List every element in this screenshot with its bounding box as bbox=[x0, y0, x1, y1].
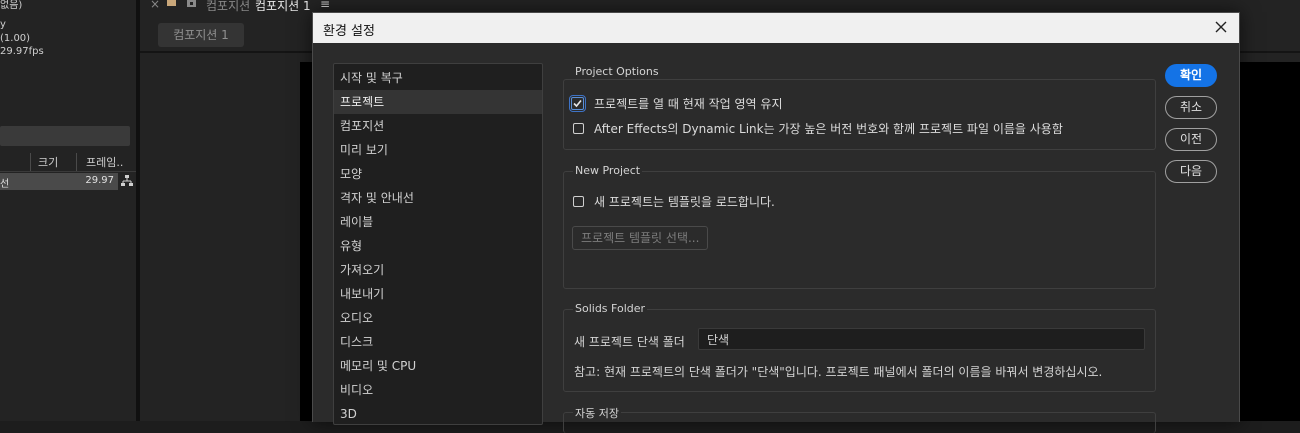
column-frame[interactable]: 프레임.. bbox=[86, 154, 123, 170]
project-info-line: y bbox=[0, 19, 6, 30]
solids-folder-title: Solids Folder bbox=[573, 302, 648, 315]
project-info-line: 없음) bbox=[0, 0, 23, 11]
panel-menu-icon[interactable]: ≡ bbox=[320, 0, 330, 11]
autosave-group bbox=[563, 412, 1156, 433]
checkbox-unchecked[interactable] bbox=[573, 195, 584, 207]
load-template-label: 새 프로젝트는 템플릿을 로드합니다. bbox=[594, 194, 775, 209]
category-video[interactable]: 비디오 bbox=[334, 378, 542, 402]
project-options-group bbox=[563, 79, 1156, 150]
preferences-dialog: 환경 설정 시작 및 복구 프로젝트 컴포지션 미리 보기 모양 격자 및 안내… bbox=[312, 12, 1240, 433]
category-import[interactable]: 가져오기 bbox=[334, 258, 542, 282]
composition-tab-label[interactable]: 컴포지션 bbox=[206, 0, 250, 14]
load-template-option[interactable]: 새 프로젝트는 템플릿을 로드합니다. bbox=[573, 192, 775, 210]
autosave-title: 자동 저장 bbox=[573, 405, 621, 421]
solids-folder-input[interactable]: 단색 bbox=[698, 328, 1145, 350]
next-button[interactable]: 다음 bbox=[1165, 160, 1217, 183]
project-options-title: Project Options bbox=[573, 65, 661, 78]
category-preview[interactable]: 미리 보기 bbox=[334, 138, 542, 162]
ok-button[interactable]: 확인 bbox=[1165, 64, 1217, 87]
flowchart-icon[interactable] bbox=[120, 174, 134, 188]
solids-folder-label: 새 프로젝트 단색 폴더 bbox=[574, 335, 685, 349]
checkmark-icon bbox=[573, 99, 582, 107]
category-audio[interactable]: 오디오 bbox=[334, 306, 542, 330]
column-size[interactable]: 크기 bbox=[38, 154, 58, 170]
solids-folder-note: 참고: 현재 프로젝트의 단색 폴더가 "단색"입니다. 프로젝트 패널에서 폴… bbox=[574, 365, 1103, 379]
close-tab-icon[interactable]: × bbox=[150, 0, 160, 11]
checkbox-unchecked[interactable] bbox=[573, 122, 584, 134]
category-labels[interactable]: 레이블 bbox=[334, 210, 542, 234]
category-startup[interactable]: 시작 및 복구 bbox=[334, 66, 542, 90]
composition-tab-active[interactable]: 컴포지션 1 bbox=[255, 0, 311, 14]
column-divider bbox=[0, 153, 31, 171]
project-info-line: (1.00) bbox=[0, 33, 31, 44]
checkbox-checked[interactable] bbox=[569, 94, 586, 112]
category-export[interactable]: 내보내기 bbox=[334, 282, 542, 306]
dialog-titlebar: 환경 설정 bbox=[313, 13, 1239, 43]
project-panel: 없음) y (1.00) 29.97fps 크기 프레임.. 선 29.97 bbox=[0, 0, 136, 421]
project-search-input[interactable] bbox=[0, 126, 130, 146]
composition-color-icon bbox=[167, 0, 176, 6]
composition-subtab[interactable]: 컴포지션 1 bbox=[158, 23, 244, 47]
project-row-fps: 29.97 bbox=[85, 175, 114, 186]
project-column-header: 크기 프레임.. bbox=[0, 153, 136, 172]
keep-workspace-label: 프로젝트를 열 때 현재 작업 영역 유지 bbox=[594, 96, 783, 111]
dynamic-link-label: After Effects의 Dynamic Link는 가장 높은 버전 번호… bbox=[594, 121, 1063, 136]
keep-workspace-option[interactable]: 프로젝트를 열 때 현재 작업 영역 유지 bbox=[569, 94, 783, 112]
category-appearance[interactable]: 모양 bbox=[334, 162, 542, 186]
new-project-title: New Project bbox=[573, 164, 643, 177]
column-divider bbox=[76, 153, 77, 171]
category-grids-guides[interactable]: 격자 및 안내선 bbox=[334, 186, 542, 210]
category-disk[interactable]: 디스크 bbox=[334, 330, 542, 354]
previous-button[interactable]: 이전 bbox=[1165, 128, 1217, 151]
project-row-name: 선 bbox=[0, 179, 10, 190]
dialog-title: 환경 설정 bbox=[323, 24, 375, 39]
close-icon[interactable] bbox=[1211, 17, 1231, 37]
category-project[interactable]: 프로젝트 bbox=[334, 90, 542, 114]
project-row[interactable]: 선 29.97 bbox=[0, 173, 118, 190]
category-memory-cpu[interactable]: 메모리 및 CPU bbox=[334, 354, 542, 378]
cancel-button[interactable]: 취소 bbox=[1165, 96, 1217, 119]
lock-icon[interactable] bbox=[187, 0, 196, 7]
choose-template-button[interactable]: 프로젝트 템플릿 선택... bbox=[572, 226, 709, 250]
category-type[interactable]: 유형 bbox=[334, 234, 542, 258]
project-info-fps: 29.97fps bbox=[0, 46, 44, 57]
category-composition[interactable]: 컴포지션 bbox=[334, 114, 542, 138]
category-3d[interactable]: 3D bbox=[334, 402, 542, 424]
dynamic-link-option[interactable]: After Effects의 Dynamic Link는 가장 높은 버전 번호… bbox=[573, 119, 1063, 137]
category-list: 시작 및 복구 프로젝트 컴포지션 미리 보기 모양 격자 및 안내선 레이블 … bbox=[333, 63, 543, 425]
